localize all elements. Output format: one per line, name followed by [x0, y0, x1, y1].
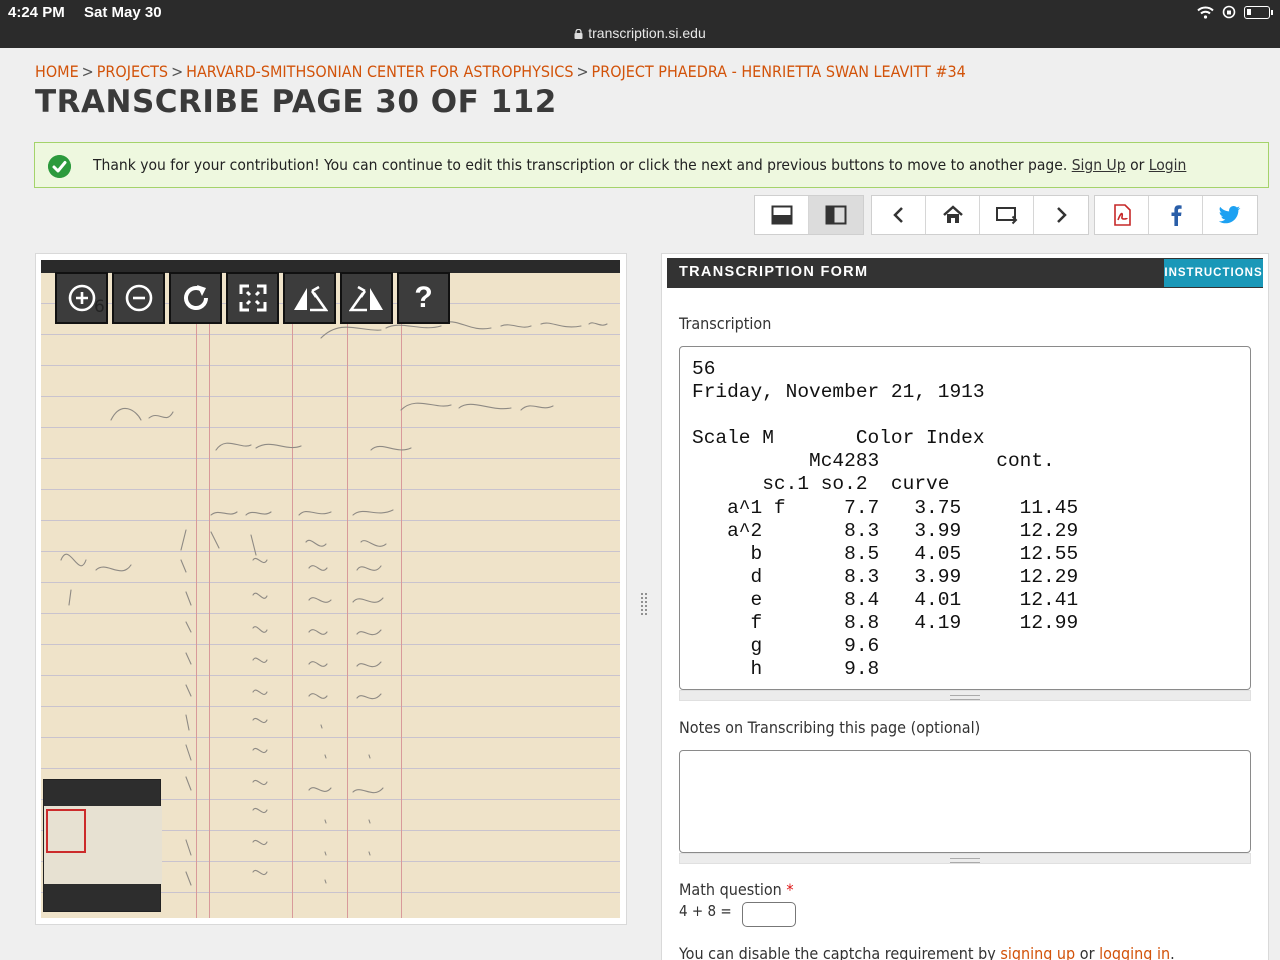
pane-splitter-handle[interactable] [640, 592, 648, 616]
download-pdf-button[interactable] [1095, 196, 1149, 234]
help-button[interactable]: ? [397, 272, 450, 324]
captcha-or: or [1079, 944, 1095, 960]
notes-resize-grip[interactable] [679, 853, 1251, 864]
swap-image-button[interactable] [980, 196, 1034, 234]
address-bar[interactable]: transcription.si.edu [0, 25, 1280, 41]
pdf-icon [1113, 204, 1131, 226]
minimap-viewport[interactable] [46, 809, 86, 853]
breadcrumb-separator: > [81, 62, 94, 81]
captcha-note: You can disable the captcha requirement … [679, 944, 1175, 960]
facebook-share-button[interactable] [1149, 196, 1203, 234]
project-home-button[interactable] [926, 196, 980, 234]
transcription-label: Transcription [679, 314, 772, 333]
success-notice: Thank you for your contribution! You can… [34, 142, 1269, 188]
layout-toolbar [754, 195, 864, 235]
notice-text: Thank you for your contribution! You can… [93, 156, 1068, 174]
navigation-toolbar [871, 195, 1089, 235]
math-question-label: Math question * [679, 880, 794, 899]
transcription-text: 56 Friday, November 21, 1913 Scale M Col… [692, 358, 1079, 681]
notes-textarea[interactable] [679, 750, 1251, 853]
signup-link[interactable]: Sign Up [1072, 156, 1126, 174]
flip-right-button[interactable] [340, 272, 393, 324]
login-link[interactable]: Login [1149, 156, 1187, 174]
status-bar: 4:24 PM Sat May 30 transcription.si.edu [0, 0, 1280, 48]
zoom-level-badge: 6 [94, 297, 105, 317]
fullscreen-button[interactable] [226, 272, 279, 324]
notice-or: or [1130, 156, 1145, 174]
layout-vertical-button[interactable] [809, 196, 863, 234]
share-toolbar [1094, 195, 1258, 235]
transcription-textarea[interactable]: 56 Friday, November 21, 1913 Scale M Col… [679, 346, 1251, 690]
notice-message: Thank you for your contribution! You can… [93, 156, 1186, 174]
layout-horizontal-button[interactable] [755, 196, 809, 234]
twitter-icon [1219, 206, 1241, 224]
logging-in-link[interactable]: logging in [1099, 944, 1170, 960]
breadcrumb-project[interactable]: PROJECT PHAEDRA - HENRIETTA SWAN LEAVITT… [592, 62, 966, 81]
math-question: 4 + 8 = [679, 902, 732, 920]
form-header: TRANSCRIPTION FORM INSTRUCTIONS [667, 258, 1263, 288]
breadcrumb-separator: > [576, 62, 589, 81]
math-label-text: Math question [679, 880, 782, 899]
url-text: transcription.si.edu [588, 25, 706, 41]
next-page-button[interactable] [1034, 196, 1088, 234]
flip-left-button[interactable] [283, 272, 336, 324]
breadcrumb-projects[interactable]: PROJECTS [97, 62, 168, 81]
breadcrumb-center[interactable]: HARVARD-SMITHSONIAN CENTER FOR ASTROPHYS… [186, 62, 573, 81]
signing-up-link[interactable]: signing up [1000, 944, 1075, 960]
flip-left-icon [293, 285, 328, 312]
breadcrumb-home[interactable]: HOME [35, 62, 79, 81]
layout-vertical-icon [825, 205, 847, 225]
wifi-icon [1197, 6, 1214, 19]
rotate-button[interactable] [169, 272, 222, 324]
required-marker: * [786, 880, 794, 899]
status-date: Sat May 30 [84, 4, 162, 21]
battery-icon [1244, 5, 1273, 19]
next-page-icon [1057, 207, 1067, 223]
lock-icon [574, 29, 583, 39]
orientation-lock-icon [1222, 5, 1236, 19]
previous-page-icon [892, 207, 903, 223]
captcha-text: You can disable the captcha requirement … [679, 944, 996, 960]
zoom-out-icon [125, 284, 152, 312]
check-icon [48, 155, 71, 178]
zoom-out-button[interactable] [112, 272, 165, 324]
fullscreen-icon [239, 284, 266, 312]
notes-label: Notes on Transcribing this page (optiona… [679, 718, 981, 737]
math-answer-input[interactable] [742, 902, 796, 927]
zoom-in-icon [68, 284, 95, 312]
previous-page-button[interactable] [872, 196, 926, 234]
transcription-resize-grip[interactable] [679, 690, 1251, 701]
rotate-icon [183, 285, 208, 310]
page-title: TRANSCRIBE PAGE 30 OF 112 [35, 84, 557, 120]
instructions-tab[interactable]: INSTRUCTIONS [1164, 259, 1263, 287]
twitter-share-button[interactable] [1203, 196, 1257, 234]
form-title: TRANSCRIPTION FORM [679, 264, 869, 280]
viewer-controls: ? [55, 272, 450, 324]
captcha-end: . [1170, 944, 1175, 960]
status-time: 4:24 PM [8, 4, 65, 21]
breadcrumb: HOME > PROJECTS > HARVARD-SMITHSONIAN CENTER… [35, 62, 966, 81]
home-icon [942, 205, 963, 223]
swap-image-icon [995, 207, 1017, 225]
flip-right-icon [348, 285, 383, 312]
system-indicators [1197, 5, 1273, 19]
breadcrumb-separator: > [171, 62, 184, 81]
layout-horizontal-icon [771, 205, 792, 225]
navigator-minimap[interactable] [43, 779, 162, 912]
facebook-icon [1171, 205, 1182, 226]
